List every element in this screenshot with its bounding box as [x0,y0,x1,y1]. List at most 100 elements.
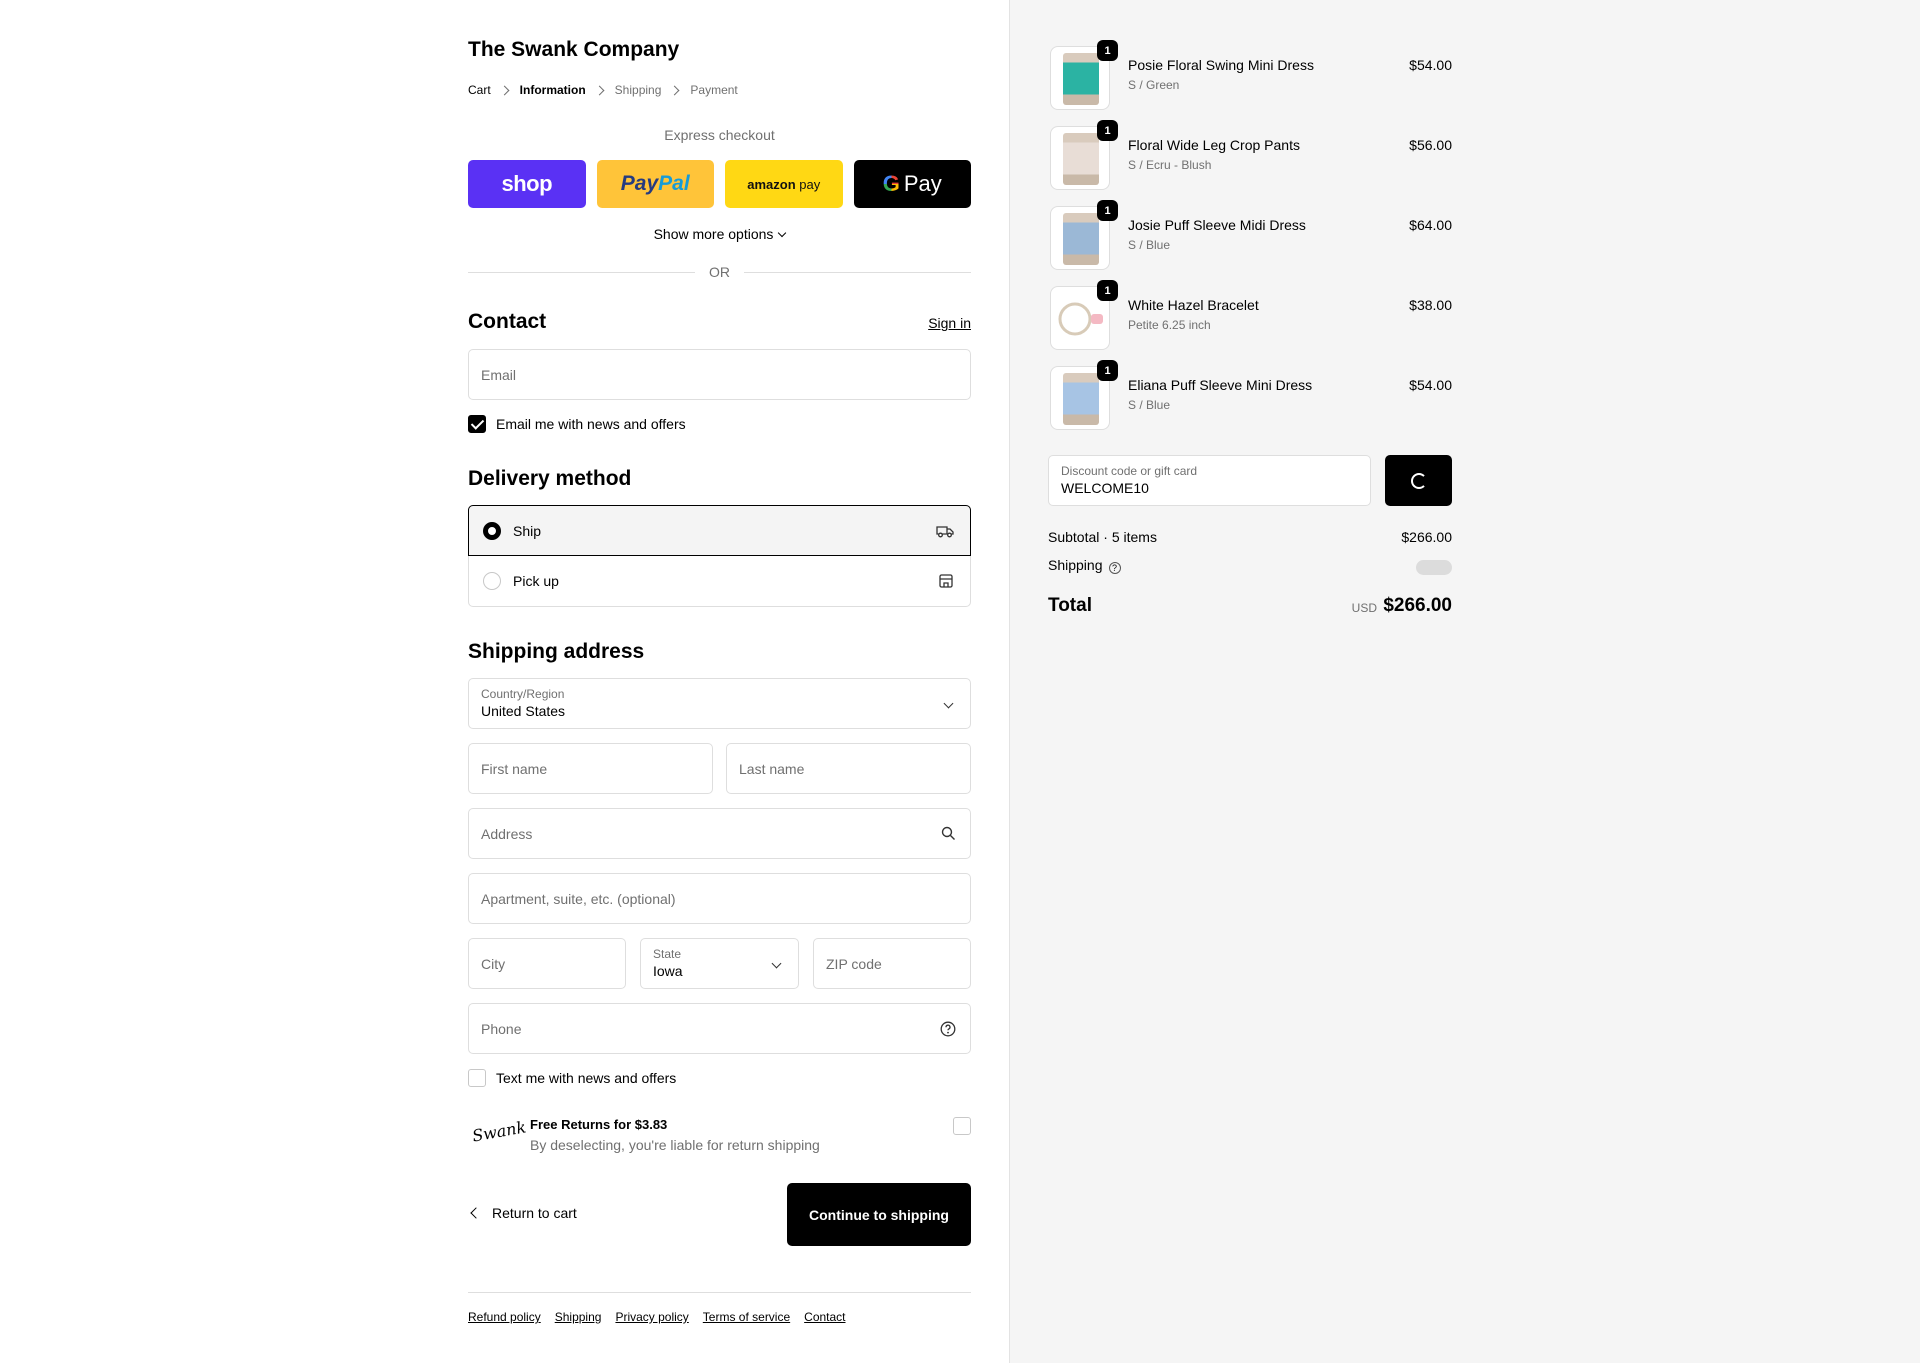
quantity-badge: 1 [1097,120,1118,141]
zip-placeholder: ZIP code [826,955,882,972]
text-news-option[interactable]: Text me with news and offers [468,1069,676,1087]
paypal-label-part2: Pal [658,172,690,195]
free-returns-option: Swank Free Returns for $3.83 By deselect… [468,1114,971,1164]
google-g-icon: G [882,171,900,196]
item-price: $54.00 [1409,377,1452,393]
total-currency: USD [1351,601,1377,615]
amazon-pay-button[interactable]: amazon pay [725,160,843,208]
city-field[interactable]: City [468,938,626,989]
line-item: 1 Josie Puff Sleeve Midi Dress S / Blue … [1048,200,1452,270]
delivery-option-ship[interactable]: Ship [468,505,971,556]
free-returns-subtitle: By deselecting, you're liable for return… [530,1137,820,1153]
divider-line [744,271,971,273]
search-icon [941,826,955,840]
paypal-button[interactable]: Pay Pal [596,160,714,208]
help-icon[interactable] [940,1021,956,1037]
ship-radio[interactable] [483,521,501,540]
or-label: OR [709,264,730,280]
shipping-address-title: Shipping address [468,640,645,663]
chevron-down-icon [771,958,782,969]
item-variant: S / Blue [1128,398,1171,412]
shipping-row: Shipping? [1048,557,1452,575]
contact-link[interactable]: Contact [804,1310,845,1324]
email-news-label: Email me with news and offers [496,416,686,432]
email-news-checkbox[interactable] [468,415,486,433]
email-news-option[interactable]: Email me with news and offers [468,415,686,433]
free-returns-checkbox[interactable] [953,1117,971,1135]
text-news-label: Text me with news and offers [496,1070,677,1086]
privacy-policy-link[interactable]: Privacy policy [615,1310,688,1324]
product-thumbnail [1063,213,1099,265]
chevron-left-icon [470,1207,482,1219]
item-name: Posie Floral Swing Mini Dress [1128,57,1314,73]
item-name: Josie Puff Sleeve Midi Dress [1128,217,1306,233]
country-label: Country/Region [481,687,565,701]
first-name-placeholder: First name [481,760,548,777]
shipping-label: Shipping [1048,557,1103,573]
quantity-badge: 1 [1097,280,1118,301]
text-news-checkbox[interactable] [468,1069,486,1087]
store-name: The Swank Company [468,38,680,61]
delivery-method-title: Delivery method [468,467,632,490]
item-price: $38.00 [1409,297,1452,313]
bracelet-icon [1058,302,1103,336]
return-to-cart-link[interactable]: Return to cart [468,1205,577,1221]
quantity-badge: 1 [1097,40,1118,61]
subtotal-row: Subtotal · 5 items $266.00 [1048,529,1452,545]
store-icon [939,574,953,588]
country-value: United States [481,703,566,719]
pickup-label: Pick up [513,573,559,589]
delivery-options: Ship Pick up [468,505,971,607]
ship-label: Ship [513,522,542,539]
shipping-value-placeholder [1416,560,1452,575]
help-icon[interactable]: ? [1108,562,1121,574]
truck-icon [936,525,954,537]
amazon-label-part1: amazon [747,176,796,192]
shipping-policy-link[interactable]: Shipping [555,1310,602,1324]
refund-policy-link[interactable]: Refund policy [468,1310,541,1324]
breadcrumb-cart[interactable]: Cart [468,83,491,97]
discount-label: Discount code or gift card [1061,464,1198,478]
address-placeholder: Address [481,825,533,842]
state-select[interactable]: State Iowa [640,938,799,989]
show-more-options[interactable]: Show more options [468,226,971,242]
item-variant: S / Blue [1128,238,1171,252]
breadcrumb-information: Information [519,83,586,97]
country-select[interactable]: Country/Region United States [468,678,971,729]
chevron-right-icon [669,85,680,95]
chevron-down-icon [778,228,787,238]
apply-discount-button[interactable] [1385,455,1452,506]
amazon-label-part2: pay [799,176,821,192]
express-checkout-title: Express checkout [664,127,775,143]
chevron-right-icon [499,85,510,95]
last-name-field[interactable]: Last name [726,743,971,794]
breadcrumb-shipping: Shipping [614,83,662,97]
chevron-down-icon [943,698,954,709]
first-name-field[interactable]: First name [468,743,713,794]
discount-code-field[interactable]: Discount code or gift card WELCOME10 [1048,455,1371,506]
phone-placeholder: Phone [481,1020,522,1037]
shop-pay-label: shop [501,171,553,196]
phone-field[interactable]: Phone [468,1003,971,1054]
google-pay-button[interactable]: G Pay [853,160,971,208]
policy-footer: Refund policy Shipping Privacy policy Te… [468,1292,971,1324]
shop-pay-button[interactable]: shop [468,160,586,208]
subtotal-value: $266.00 [1401,529,1452,545]
loading-spinner-icon [1410,472,1427,489]
breadcrumb-payment: Payment [690,83,738,97]
email-field[interactable]: Email [468,349,971,400]
apartment-field[interactable]: Apartment, suite, etc. (optional) [468,873,971,924]
terms-of-service-link[interactable]: Terms of service [703,1310,790,1324]
state-value: Iowa [653,963,683,979]
swank-logo: Swank [470,1117,528,1146]
line-item: 1 Posie Floral Swing Mini Dress S / Gree… [1048,40,1452,110]
continue-to-shipping-button[interactable]: Continue to shipping [787,1183,971,1246]
address-field[interactable]: Address [468,808,971,859]
zip-field[interactable]: ZIP code [813,938,971,989]
quantity-badge: 1 [1097,200,1118,221]
sign-in-link[interactable]: Sign in [928,315,971,331]
last-name-placeholder: Last name [739,760,805,777]
pickup-radio[interactable] [483,572,501,590]
delivery-option-pickup[interactable]: Pick up [468,556,971,607]
total-label: Total [1048,595,1092,616]
